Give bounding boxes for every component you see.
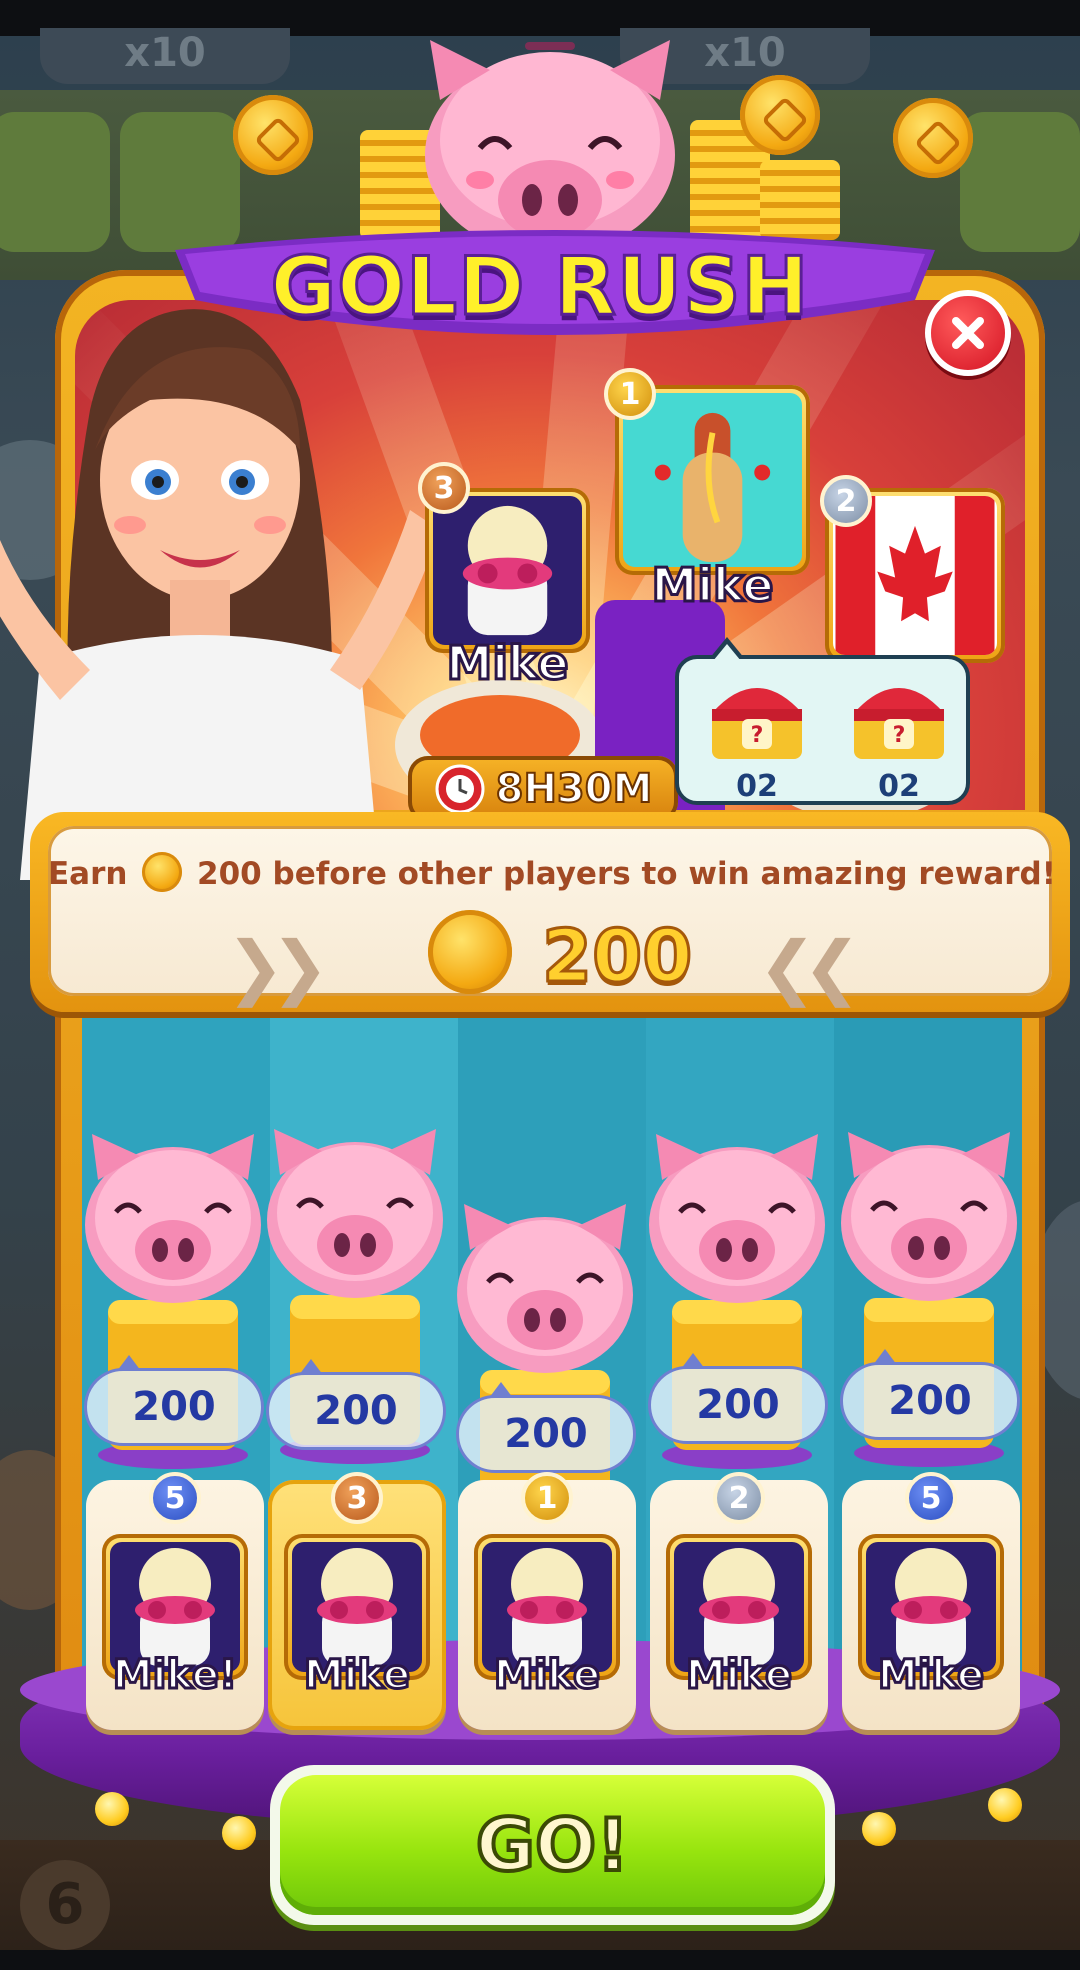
score-bubble: 200	[456, 1382, 636, 1473]
player-card[interactable]: 2 Mike	[650, 1472, 828, 1730]
svg-text:?: ?	[893, 723, 906, 748]
player-name: Mike	[876, 1651, 985, 1700]
rank-badge: 1	[521, 1472, 573, 1524]
avatar	[623, 393, 802, 567]
podium-name-third: Mike	[445, 635, 570, 692]
reward-count: 02	[736, 769, 778, 804]
score-bubble: 200	[266, 1359, 446, 1450]
rank-badge-second: 2	[820, 475, 872, 527]
rank-badge: 5	[149, 1472, 201, 1524]
player-card[interactable]: 5 Mike!	[86, 1472, 264, 1730]
rank-badge: 3	[331, 1472, 383, 1524]
bg-counter-right-text: x10	[704, 30, 786, 76]
close-button[interactable]	[925, 290, 1011, 376]
nav-strip	[0, 1950, 1080, 1970]
mystery-chest-icon: ?	[712, 688, 802, 759]
timer-text: 8H30M	[495, 765, 654, 813]
rank-badge: 5	[905, 1472, 957, 1524]
go-button[interactable]: GO!	[270, 1765, 835, 1925]
goal-amount-row: ❯❯ 200 ❮❮	[48, 908, 1052, 1008]
score-bubble: 200	[840, 1349, 1020, 1440]
coin-icon	[740, 75, 820, 155]
player-card[interactable]: 1 Mike	[458, 1472, 636, 1730]
sheep-avatar-icon	[462, 505, 553, 636]
player-name: Mike	[302, 1651, 411, 1700]
go-button-face: GO!	[280, 1775, 825, 1915]
hotdog-avatar-icon	[654, 412, 771, 563]
player-name: Mike	[684, 1651, 793, 1700]
score-bubble: 200	[648, 1353, 828, 1444]
chevron-right-icon: ❯❯	[226, 926, 329, 1008]
goal-amount: 200	[540, 913, 693, 1000]
reward-item: ? 02	[839, 669, 959, 804]
coin-icon	[893, 98, 973, 178]
bg-floor-number: 6	[20, 1860, 110, 1950]
goal-description: Earn 200 before other players to win ama…	[48, 852, 1056, 892]
goal-panel: Earn 200 before other players to win ama…	[30, 812, 1070, 1012]
reward-count: 02	[878, 769, 920, 804]
clock-icon	[435, 764, 485, 814]
go-button-label: GO!	[474, 1801, 631, 1889]
player-card[interactable]: 3 Mike	[268, 1472, 446, 1730]
rank-badge-first: 1	[604, 368, 656, 420]
bg-slot	[960, 112, 1080, 252]
rank-badge-third: 3	[418, 462, 470, 514]
podium-name-first: Mike	[650, 557, 775, 614]
rank-badge: 2	[713, 1472, 765, 1524]
goal-prefix: Earn	[48, 856, 128, 892]
bg-counter-left: x10	[40, 28, 290, 84]
coin-icon	[428, 910, 512, 994]
light-bulb	[862, 1812, 896, 1846]
chevron-left-icon: ❮❮	[758, 926, 861, 1008]
bg-slot	[0, 112, 110, 252]
avatar	[433, 496, 582, 645]
light-bulb	[222, 1816, 256, 1850]
goal-suffix: 200 before other players to win amazing …	[197, 856, 1056, 892]
host-character	[0, 309, 430, 880]
score-bubble: 200	[84, 1355, 264, 1446]
player-card[interactable]: 5 Mike	[842, 1472, 1020, 1730]
reward-tooltip: ? 02 ? 02	[675, 637, 970, 805]
light-bulb	[95, 1792, 129, 1826]
reward-item: ? 02	[697, 669, 817, 804]
mystery-chest-icon: ?	[854, 688, 944, 759]
coin-icon	[233, 95, 313, 175]
svg-text:?: ?	[751, 723, 764, 748]
close-icon	[952, 317, 984, 349]
player-name: Mike	[492, 1651, 601, 1700]
bg-counter-left-text: x10	[124, 30, 206, 76]
light-bulb	[988, 1788, 1022, 1822]
coin-icon	[142, 852, 183, 892]
goal-panel-inner: Earn 200 before other players to win ama…	[48, 826, 1056, 1008]
player-name: Mike!	[111, 1651, 238, 1700]
